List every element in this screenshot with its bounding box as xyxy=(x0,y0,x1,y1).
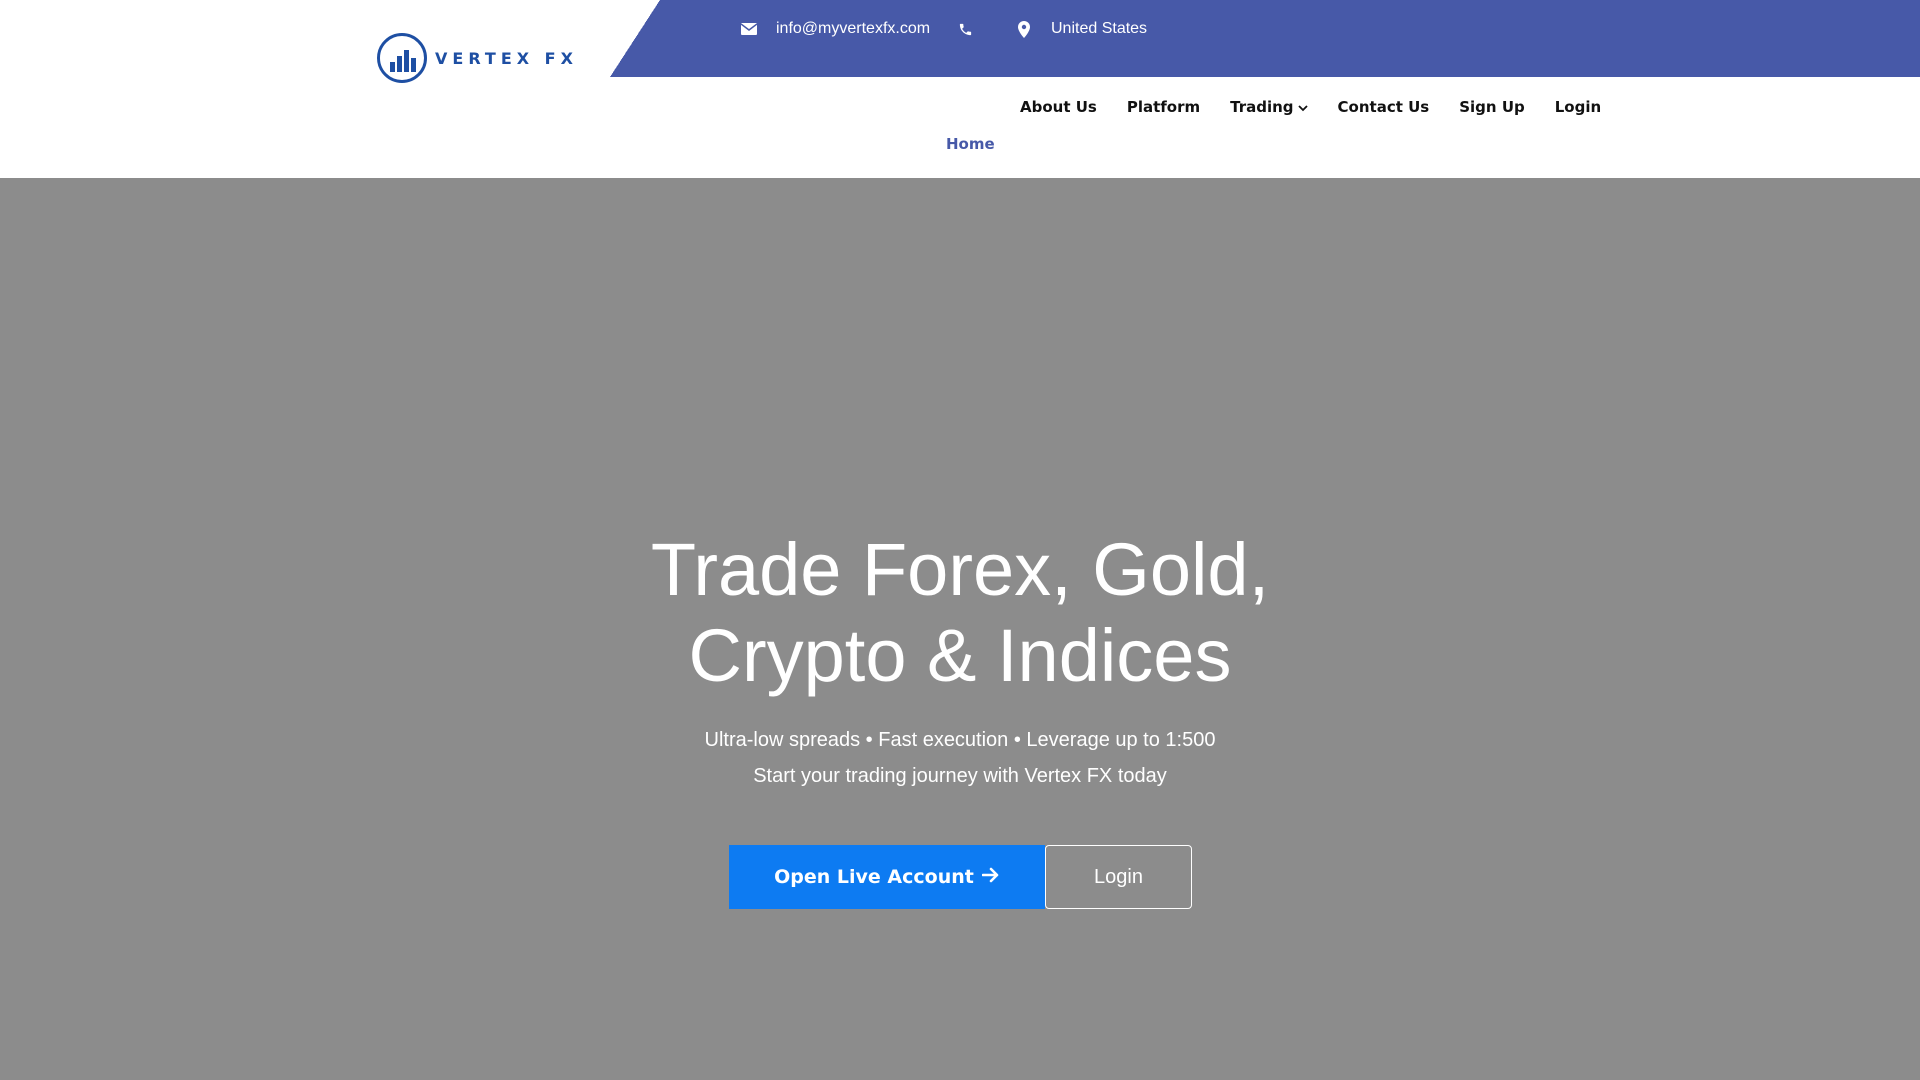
nav-trading-label: Trading xyxy=(1230,98,1294,116)
chevron-down-icon xyxy=(1297,98,1308,116)
nav-sign-up-label: Sign Up xyxy=(1459,98,1525,116)
main-nav: About Us Platform Trading Contact Us Sig… xyxy=(1005,98,1616,116)
arrow-right-icon xyxy=(981,866,1000,888)
envelope-icon xyxy=(740,20,758,38)
open-live-account-label: Open Live Account xyxy=(774,866,974,888)
location-text: United States xyxy=(1051,20,1148,37)
nav-platform-label: Platform xyxy=(1126,98,1201,116)
contact-email[interactable]: info@myvertexfx.com xyxy=(740,20,930,38)
hero-tagline: Start your trading journey with Vertex F… xyxy=(753,765,1167,787)
hero-section: Trade Forex, Gold, Crypto & Indices Ultr… xyxy=(0,178,1920,1080)
brand-logo[interactable]: VERTEX FX xyxy=(377,33,578,83)
nav-contact-us[interactable]: Contact Us xyxy=(1323,98,1445,116)
logo-chart-icon xyxy=(377,33,427,83)
map-marker-icon xyxy=(1015,20,1033,38)
phone-icon xyxy=(956,20,974,38)
hero-login-button[interactable]: Login xyxy=(1045,845,1192,909)
open-live-account-button[interactable]: Open Live Account xyxy=(729,845,1045,909)
nav-sign-up[interactable]: Sign Up xyxy=(1444,98,1540,116)
hero-title: Trade Forex, Gold, Crypto & Indices xyxy=(0,527,1920,699)
hero-subtitle: Ultra-low spreads • Fast execution • Lev… xyxy=(704,729,1216,751)
nav-about-us[interactable]: About Us xyxy=(1005,98,1112,116)
nav-trading[interactable]: Trading xyxy=(1215,98,1322,116)
hero-title-line2: Crypto & Indices xyxy=(688,614,1232,697)
hero-title-line1: Trade Forex, Gold, xyxy=(650,528,1270,611)
nav-contact-us-label: Contact Us xyxy=(1337,98,1430,116)
contact-location: United States xyxy=(1015,20,1147,38)
contact-phone[interactable] xyxy=(956,20,992,38)
brand-name: VERTEX FX xyxy=(435,48,578,68)
nav-login[interactable]: Login xyxy=(1540,98,1616,116)
site-header: VERTEX FX info@myvertexfx.com United Sta… xyxy=(0,0,1920,178)
email-text: info@myvertexfx.com xyxy=(776,20,931,37)
topbar xyxy=(660,0,1920,77)
nav-home[interactable]: Home xyxy=(946,135,995,153)
topbar-slant xyxy=(610,0,660,77)
nav-about-us-label: About Us xyxy=(1020,98,1097,116)
nav-login-label: Login xyxy=(1554,98,1602,116)
nav-platform[interactable]: Platform xyxy=(1112,98,1215,116)
